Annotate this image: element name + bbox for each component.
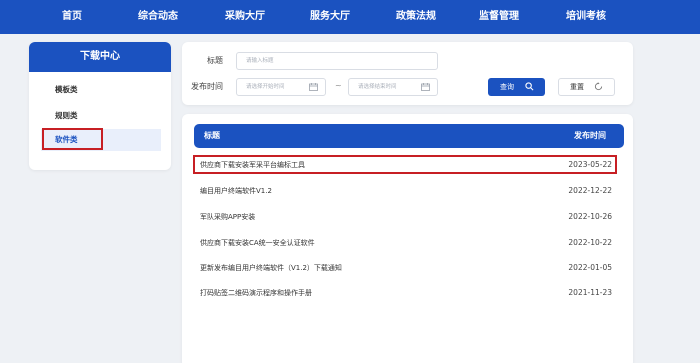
table-row[interactable]: 编目用户终端软件V1.2 2022-12-22 [194,181,624,201]
top-nav-bar: 首页 综合动态 采购大厅 服务大厅 政策法规 监督管理 培训考核 [0,0,700,34]
nav-item-supervision[interactable]: 监督管理 [479,0,519,34]
query-button[interactable]: 查询 [488,78,545,96]
calendar-icon [421,83,430,91]
row-title[interactable]: 打码贴签二维码演示程序和操作手册 [200,283,312,303]
end-date-placeholder: 请选择结束时间 [358,84,397,90]
row-title[interactable]: 更新发布编目用户终端软件（V1.2）下载通知 [200,258,342,278]
table-row[interactable]: 军队采购APP安装 2022-10-26 [194,207,624,227]
nav-item-home[interactable]: 首页 [62,0,82,34]
row-date: 2022-10-22 [568,238,612,247]
nav-item-news[interactable]: 综合动态 [138,0,178,34]
title-search-placeholder: 请输入标题 [246,58,274,64]
nav-item-procurement[interactable]: 采购大厅 [225,0,265,34]
title-filter-label: 标题 [207,56,223,65]
date-range-separator: ~ [335,81,342,90]
calendar-icon [309,83,318,91]
end-date-input[interactable]: 请选择结束时间 [348,78,438,96]
highlight-box-sidebar [42,128,103,150]
table-row[interactable]: 供应商下载安装CA统一安全认证软件 2022-10-22 [194,233,624,253]
row-title[interactable]: 军队采购APP安装 [200,207,255,227]
row-title[interactable]: 编目用户终端软件V1.2 [200,181,272,201]
row-date: 2022-10-26 [568,212,612,221]
table-row[interactable]: 更新发布编目用户终端软件（V1.2）下载通知 2022-01-05 [194,258,624,278]
refresh-icon [594,82,603,91]
sidebar: 下载中心 模板类 规则类 软件类 [29,42,171,170]
row-title[interactable]: 供应商下载安装CA统一安全认证软件 [200,233,315,253]
column-header-date: 发布时间 [574,131,606,140]
nav-item-policy[interactable]: 政策法规 [396,0,436,34]
column-header-title: 标题 [204,131,220,140]
highlight-box-row [193,155,617,174]
nav-item-training[interactable]: 培训考核 [566,0,606,34]
start-date-placeholder: 请选择开始时间 [246,84,285,90]
sidebar-title: 下载中心 [29,42,171,72]
title-search-input[interactable]: 请输入标题 [236,52,438,70]
query-button-label: 查询 [500,83,514,91]
search-panel: 标题 请输入标题 发布时间 请选择开始时间 ~ 请选择结束时间 查询 重置 [182,42,633,105]
reset-button-label: 重置 [570,83,584,91]
row-date: 2021-11-23 [568,288,612,297]
sidebar-item-templates[interactable]: 模板类 [41,79,161,101]
date-filter-label: 发布时间 [191,82,223,91]
table-row[interactable]: 打码贴签二维码演示程序和操作手册 2021-11-23 [194,283,624,303]
reset-button[interactable]: 重置 [558,78,615,96]
start-date-input[interactable]: 请选择开始时间 [236,78,326,96]
results-panel: 标题 发布时间 供应商下载安装军采平台编标工具 2023-05-22 编目用户终… [182,114,633,363]
nav-item-service[interactable]: 服务大厅 [310,0,350,34]
search-icon [525,82,534,91]
table-header: 标题 发布时间 [194,124,624,148]
row-date: 2022-12-22 [568,186,612,195]
row-date: 2022-01-05 [568,263,612,272]
sidebar-item-rules[interactable]: 规则类 [41,105,161,127]
